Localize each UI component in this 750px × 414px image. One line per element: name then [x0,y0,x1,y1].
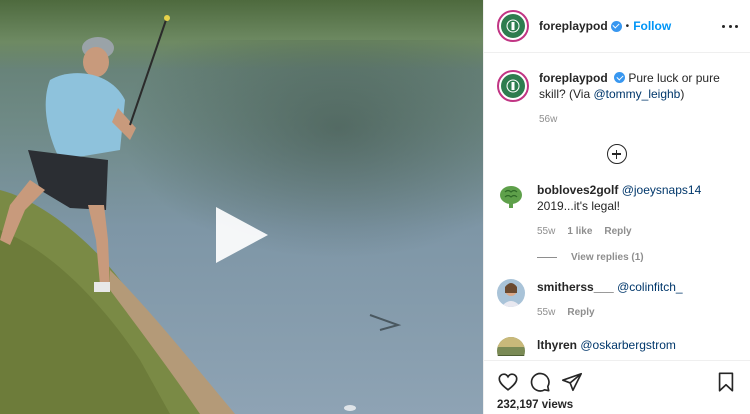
follow-button[interactable]: Follow [633,19,671,33]
caption-mention[interactable]: @tommy_leighb [593,87,680,101]
caption-username[interactable]: foreplaypod [539,71,608,85]
comment-item: smitherss___ @colinfitch_ 55w Reply [497,279,737,321]
landscape-avatar-icon [497,337,525,356]
comments-list[interactable]: foreplaypod Pure luck or pure skill? (Vi… [484,54,750,356]
logo-icon [506,19,520,33]
views-number: 232,197 [497,399,539,411]
caption-time[interactable]: 56w [539,112,737,128]
views-label: views [541,399,574,411]
more-icon[interactable] [722,19,738,33]
author-username[interactable]: foreplaypod [539,19,608,33]
caption-avatar[interactable] [497,70,529,102]
post-actions: 232,197 views [484,360,750,414]
avatar[interactable] [497,182,525,210]
comment-item: lthyren @oskarbergstrom [497,337,737,356]
comment-meta: 55w Reply [537,305,737,321]
comment-mention[interactable]: @joeysnaps14 [622,183,702,197]
replies-line [537,257,557,258]
comment-meta: 55w 1 like Reply [537,224,737,240]
post-side-panel: foreplaypod • Follow foreplaypod Pure lu… [483,0,750,414]
author-avatar[interactable] [497,10,529,42]
view-replies-label: View replies (1) [571,252,644,263]
comment-time[interactable]: 55w [537,226,555,237]
avatar[interactable] [497,337,525,356]
post-video[interactable] [0,0,483,414]
comment-mention[interactable]: @oskarbergstrom [580,338,676,352]
post-header: foreplaypod • Follow [484,0,750,53]
comment-icon[interactable] [529,371,551,393]
heart-icon[interactable] [497,371,519,393]
brain-icon [497,182,525,210]
verified-icon [610,20,622,32]
avatar[interactable] [497,279,525,307]
plus-icon[interactable] [607,144,627,164]
person-avatar-icon [497,279,525,307]
views-count[interactable]: 232,197 views [497,399,737,411]
share-icon[interactable] [561,371,583,393]
comment-likes[interactable]: 1 like [567,226,592,237]
comment-username[interactable]: smitherss___ [537,280,614,294]
reply-button[interactable]: Reply [604,226,631,237]
reply-button[interactable]: Reply [567,307,594,318]
play-icon[interactable] [216,207,268,263]
comment-text: 2019...it's legal! [537,199,621,213]
separator-dot: • [625,20,630,32]
logo-icon [506,79,520,93]
post-caption: foreplaypod Pure luck or pure skill? (Vi… [497,70,737,128]
bookmark-icon[interactable] [715,371,737,393]
comment-username[interactable]: bobloves2golf [537,183,618,197]
comment-mention[interactable]: @colinfitch_ [617,280,683,294]
verified-icon [614,72,626,83]
comment-item: bobloves2golf @joeysnaps14 2019...it's l… [497,182,737,240]
view-replies-button[interactable]: View replies (1) [537,252,737,263]
comment-username[interactable]: lthyren [537,338,577,352]
comment-time[interactable]: 55w [537,307,555,318]
caption-text-end: ) [680,87,685,101]
